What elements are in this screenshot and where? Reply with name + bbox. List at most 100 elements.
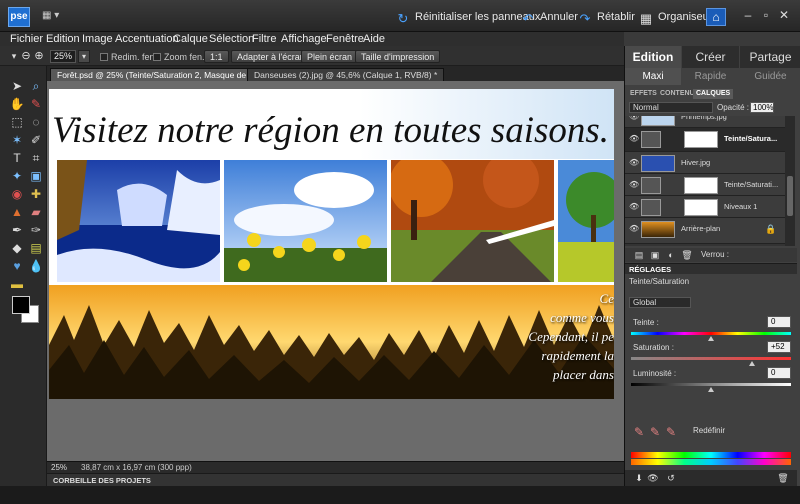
layers-scrollbar[interactable] [785, 116, 795, 246]
canvas-area[interactable]: Visitez notre région en toutes saisons. [47, 81, 624, 461]
menu-selection[interactable]: Sélection [209, 32, 254, 46]
tab-danseuses[interactable]: Danseuses (2).jpg @ 45,6% (Calque 1, RVB… [247, 68, 445, 81]
eyedropper-icon[interactable]: ✎ [631, 424, 647, 440]
range-select[interactable]: Global [629, 297, 691, 308]
tab-calques[interactable]: CALQUES [693, 89, 734, 99]
eye-icon[interactable]: 👁 [629, 180, 639, 190]
adjustment-layer-icon[interactable]: ◐ [663, 247, 679, 263]
red-eye-icon[interactable]: ◉ [9, 186, 25, 202]
marquee-tool-icon[interactable]: ⬚ [9, 114, 25, 130]
smart-brush-icon[interactable]: ✑ [28, 222, 44, 238]
eyedropper-plus-icon[interactable]: ✎ [647, 424, 663, 440]
sponge-tool-icon[interactable]: ▬ [9, 276, 25, 292]
healing-brush-icon[interactable]: ✚ [28, 186, 44, 202]
zoom-dropdown[interactable]: ▾ [78, 50, 90, 63]
tab-partage[interactable]: Partage [740, 46, 800, 68]
eyedropper-icon[interactable]: ✎ [28, 96, 44, 112]
brush-tool-icon[interactable]: ✒ [9, 222, 25, 238]
maximize-button[interactable]: ▫ [759, 8, 773, 22]
reset-panels-button[interactable]: ↻ Réinitialiser les panneaux [396, 9, 541, 26]
zoom-all-checkbox[interactable]: Zoom fen. [153, 52, 205, 62]
eraser-icon[interactable]: ▰ [28, 204, 44, 220]
menu-image[interactable]: Image [82, 32, 113, 46]
magic-wand-icon[interactable]: ✶ [9, 132, 25, 148]
blend-mode-select[interactable]: Normal [629, 102, 713, 113]
eye-icon[interactable]: 👁 [629, 116, 639, 122]
text-tool-icon[interactable]: T [9, 150, 25, 166]
layout-button[interactable]: ▦ ▾ [42, 10, 68, 24]
hue-field[interactable]: 0 [767, 316, 791, 328]
tab-maxi[interactable]: Maxi [625, 68, 681, 85]
eye-icon[interactable]: 👁 [629, 224, 639, 234]
new-layer-icon[interactable]: ▤ [631, 247, 647, 263]
cookie-cutter-icon[interactable]: ✦ [9, 168, 25, 184]
tab-edition[interactable]: Edition [625, 46, 681, 68]
lasso-tool-icon[interactable]: ◌ [28, 114, 44, 130]
one-to-one-button[interactable]: 1:1 [204, 50, 229, 63]
menu-fenetre[interactable]: Fenêtre [326, 32, 364, 46]
hue-slider[interactable] [631, 332, 791, 335]
shape-tool-icon[interactable]: ♥ [9, 258, 25, 274]
tab-guidee[interactable]: Guidée [740, 68, 800, 85]
saturation-slider-thumb[interactable] [749, 361, 755, 366]
document-canvas[interactable]: Visitez notre région en toutes saisons. [49, 89, 614, 399]
group-icon[interactable]: ▣ [647, 247, 663, 263]
home-button[interactable]: ⌂ [706, 8, 726, 26]
menu-calque[interactable]: Calque [173, 32, 208, 46]
eye-icon[interactable]: 👁 [629, 158, 639, 168]
blur-tool-icon[interactable]: 💧 [28, 258, 44, 274]
fit-screen-button[interactable]: Adapter à l'écran [231, 50, 311, 63]
layer-row[interactable]: 👁 Arrière-plan 🔒 [625, 218, 785, 244]
hand-tool-icon[interactable]: ✋ [9, 96, 25, 112]
hue-slider-thumb[interactable] [708, 336, 714, 341]
eye-icon[interactable]: 👁 [629, 202, 639, 212]
menu-edition[interactable]: Edition [46, 32, 80, 46]
lightness-slider-thumb[interactable] [708, 387, 714, 392]
undo-button[interactable]: ↶ Annuler [521, 9, 578, 26]
saturation-field[interactable]: +52 [767, 341, 791, 353]
menu-aide[interactable]: Aide [363, 32, 385, 46]
close-button[interactable]: ✕ [777, 8, 791, 22]
scrollbar-thumb[interactable] [787, 176, 793, 216]
full-screen-button[interactable]: Plein écran [301, 50, 359, 63]
menu-fichier[interactable]: Fichier [10, 32, 43, 46]
foreground-color-swatch[interactable] [12, 296, 30, 314]
resize-windows-checkbox[interactable]: Redim. fen. [100, 52, 157, 62]
color-swatches[interactable] [12, 296, 40, 324]
eye-icon[interactable]: 👁 [629, 134, 639, 144]
delete-layer-icon[interactable]: 🗑 [679, 247, 695, 263]
layer-row[interactable]: 👁 Niveaux 1 [625, 196, 785, 218]
layer-row[interactable]: 👁 Hiver.jpg [625, 152, 785, 174]
reset-label[interactable]: Redéfinir [693, 426, 725, 435]
menu-filtre[interactable]: Filtre [252, 32, 276, 46]
zoom-in-icon[interactable]: ⊕ [31, 48, 47, 64]
lightness-slider[interactable] [631, 383, 791, 386]
stamp-tool-icon[interactable]: ▲ [9, 204, 25, 220]
visibility-icon[interactable]: 👁 [645, 470, 661, 486]
minimize-button[interactable]: – [741, 8, 755, 22]
trash-icon[interactable]: 🗑 [775, 470, 791, 486]
tab-rapide[interactable]: Rapide [682, 68, 739, 85]
zoom-field[interactable]: 25% [50, 50, 76, 63]
tab-contenu[interactable]: CONTENU [657, 89, 698, 99]
gradient-icon[interactable]: ▤ [28, 240, 44, 256]
menu-accentuation[interactable]: Accentuation [115, 32, 179, 46]
recompose-icon[interactable]: ▣ [28, 168, 44, 184]
paint-bucket-icon[interactable]: ◆ [9, 240, 25, 256]
move-tool-icon[interactable]: ➤ [9, 78, 25, 94]
menu-affichage[interactable]: Affichage [281, 32, 327, 46]
tab-creer[interactable]: Créer [682, 46, 739, 68]
organizer-button[interactable]: ▦ Organiseur [639, 9, 713, 26]
eyedropper-minus-icon[interactable]: ✎ [663, 424, 679, 440]
project-bin[interactable]: CORBEILLE DES PROJETS [47, 473, 624, 486]
opacity-field[interactable]: 100% [750, 102, 774, 113]
lightness-field[interactable]: 0 [767, 367, 791, 379]
selection-brush-icon[interactable]: ✐ [28, 132, 44, 148]
layer-row[interactable]: 👁 Teinte/Satura... [625, 128, 785, 152]
layer-row[interactable]: 👁 Printemps.jpg [625, 116, 785, 128]
previous-state-icon[interactable]: ↺ [663, 470, 679, 486]
tab-effets[interactable]: EFFETS [627, 89, 660, 99]
crop-tool-icon[interactable]: ⌗ [28, 150, 44, 166]
layer-row[interactable]: 👁 Teinte/Saturati... [625, 174, 785, 196]
redo-button[interactable]: ↷ Rétablir [578, 9, 635, 26]
